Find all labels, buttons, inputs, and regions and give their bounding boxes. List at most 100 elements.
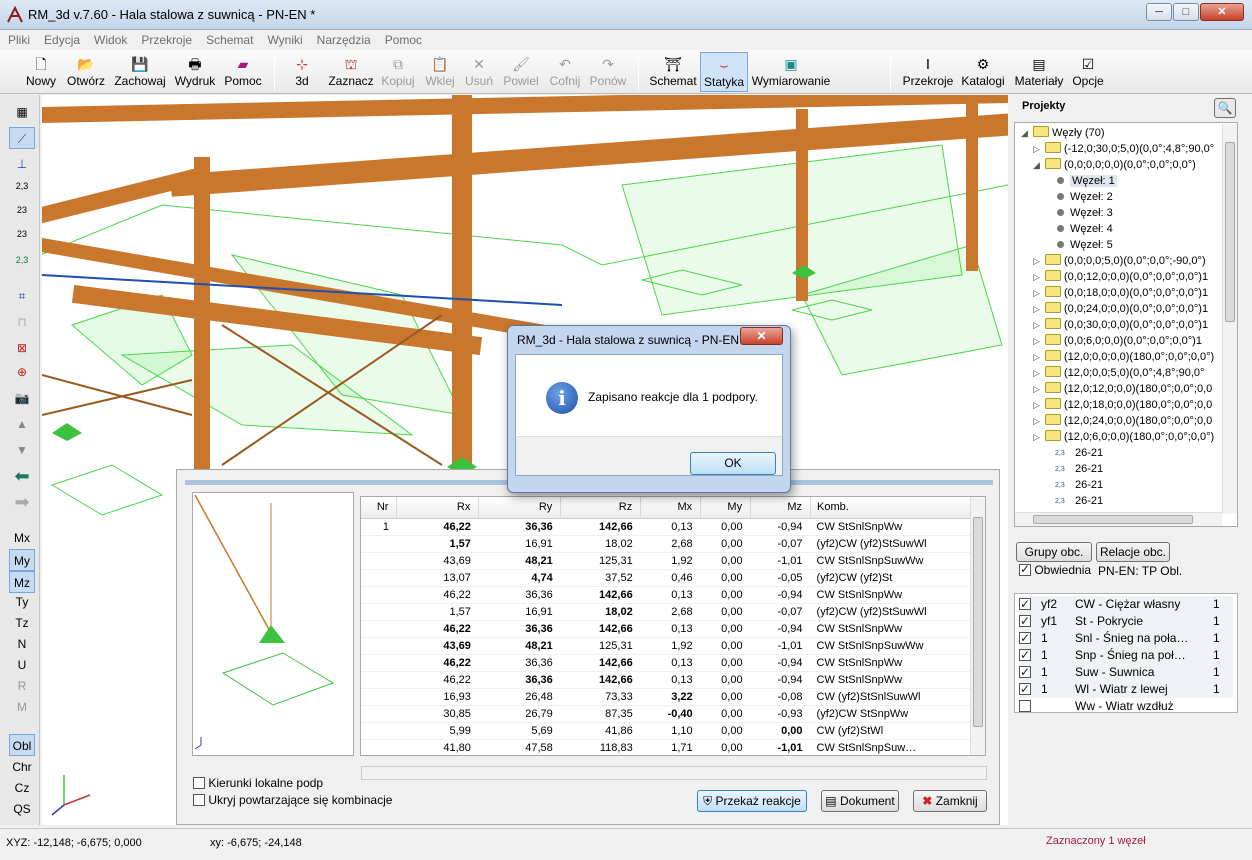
ok-button[interactable]: OK	[690, 452, 776, 475]
load-cases-list[interactable]: yf2CW - Ciężar własny1yf1St - Pokrycie1 1…	[1014, 593, 1238, 713]
load-case-row[interactable]: yf2 CW - Ciężar własny 1	[1019, 596, 1233, 613]
envelope-checkbox[interactable]: Obwiednia	[1019, 562, 1091, 577]
tree-item[interactable]: ▷ (0,0;24,0;0,0)(0,0°;0,0°;0,0°)1	[1033, 301, 1208, 317]
statics-button[interactable]: ⌣ Statyka	[700, 52, 748, 92]
load-case-checkbox[interactable]	[1019, 647, 1031, 664]
tree-item[interactable]: Węzeł: 3	[1057, 205, 1113, 221]
materials-button[interactable]: ▤ Materiały	[1012, 52, 1066, 92]
table-row[interactable]: 13,07 4,74 37,52 0,46 0,00 -0,05 (yf2)CW (yf2)…	[361, 569, 971, 587]
load-case-checkbox[interactable]	[1019, 613, 1031, 630]
options-button[interactable]: ☑ Opcje	[1070, 52, 1106, 92]
expander-icon[interactable]: ▷	[1033, 269, 1042, 285]
shape-icon[interactable]: ⊓	[9, 311, 35, 333]
table-row[interactable]: 16,93 26,48 73,33 3,22 0,00 -0,08 CW (yf2)StSn…	[361, 688, 971, 706]
table-row[interactable]: 46,22 36,36 142,66 0,13 0,00 -0,94 CW StSnlSnp…	[361, 671, 971, 689]
tool-n[interactable]: N	[9, 633, 35, 655]
table-row[interactable]: 5,99 5,69 41,86 1,10 0,00 0,00 CW (yf2)StWl	[361, 722, 971, 740]
column-header[interactable]: Rz	[560, 497, 642, 519]
table-row[interactable]: 43,69 48,21 125,31 1,92 0,00 -1,01 CW StSnlSnp…	[361, 552, 971, 570]
column-header[interactable]: Nr	[361, 497, 398, 519]
tree-item[interactable]: 2,3 26-21	[1055, 461, 1103, 477]
tree-item[interactable]: Węzeł: 1	[1057, 173, 1117, 189]
load-case-row[interactable]: 1 Snp - Śnieg na poł… 1	[1019, 647, 1233, 664]
expander-icon[interactable]: ▷	[1033, 429, 1042, 445]
dimensioning-button[interactable]: ▣ Wymiarowanie	[750, 52, 832, 92]
tree-item[interactable]: Węzeł: 4	[1057, 221, 1113, 237]
tree-item[interactable]: ▷ (0,0;12,0;0,0)(0,0°;0,0°;0,0°)1	[1033, 269, 1208, 285]
column-header[interactable]: Rx	[396, 497, 480, 519]
tree-item[interactable]: ▷ (0,0;0,0;5,0)(0,0°;0,0°;-90,0°)	[1033, 253, 1206, 269]
new-button[interactable]: 🗋 Nowy	[22, 52, 60, 92]
expander-icon[interactable]: ▷	[1033, 253, 1042, 269]
table-row[interactable]: 30,85 26,79 87,35 -0,40 0,00 -0,93 (yf2)CW StS…	[361, 705, 971, 723]
redo-button[interactable]: ↷ Ponów	[588, 52, 628, 92]
duplicate-button[interactable]: 🖌 Powiel	[500, 52, 542, 92]
load-case-checkbox[interactable]	[1019, 700, 1031, 712]
tool-r[interactable]: R	[9, 675, 35, 697]
tool-chr[interactable]: Chr	[9, 756, 35, 778]
reactions-table[interactable]: Nr Rx Ry Rz Mx My Mz Komb. 1 46,22 36,36 142,66 0,1…	[360, 496, 986, 756]
tree-item[interactable]: ▷ (0,0;18,0;0,0)(0,0°;0,0°;0,0°)1	[1033, 285, 1208, 301]
member-draw-icon[interactable]: ⟋	[9, 127, 35, 149]
load-point-icon[interactable]: 23	[9, 227, 35, 249]
tool-cz[interactable]: Cz	[9, 777, 35, 799]
load-case-checkbox[interactable]	[1019, 681, 1031, 698]
tree-hscrollbar[interactable]	[1015, 512, 1222, 526]
table-row[interactable]: 43,69 48,21 125,31 1,92 0,00 -1,01 CW StSnlSnp…	[361, 637, 971, 655]
column-header[interactable]: Komb.	[810, 497, 971, 519]
expander-icon[interactable]: ▷	[1033, 413, 1042, 429]
tree-item[interactable]: ▷ (0,0;6,0;0,0)(0,0°;0,0°;0,0°)1	[1033, 333, 1202, 349]
expander-icon[interactable]: ◢	[1033, 157, 1042, 173]
load-value-icon[interactable]: 2,3	[9, 179, 35, 201]
print-button[interactable]: 🖶 Wydruk	[172, 52, 218, 92]
grid-vscrollbar[interactable]	[970, 497, 985, 755]
grid-hscrollbar[interactable]	[361, 766, 987, 780]
menu-wyniki[interactable]: Wyniki	[259, 31, 308, 47]
menu-edycja[interactable]: Edycja	[36, 31, 86, 47]
tool-qs[interactable]: QS	[9, 798, 35, 820]
tool-obl[interactable]: Obl	[9, 734, 35, 756]
expander-icon[interactable]: ▷	[1033, 381, 1042, 397]
tool-mx[interactable]: Mx	[9, 527, 35, 549]
delete-button[interactable]: ✕ Usuń	[462, 52, 496, 92]
load-case-checkbox[interactable]	[1019, 630, 1031, 647]
expander-icon[interactable]: ▷	[1033, 333, 1042, 349]
load-groups-button[interactable]: Grupy obc.	[1016, 542, 1092, 562]
tree-item[interactable]: ▷ (12,0;6,0;0,0)(180,0°;0,0°;0,0°)	[1033, 429, 1214, 445]
view-settings-icon[interactable]: ▦	[9, 101, 35, 123]
arrow-right-icon[interactable]: ➡	[9, 491, 35, 513]
close-button[interactable]: ✕	[1200, 3, 1244, 21]
open-button[interactable]: 📂 Otwórz	[63, 52, 109, 92]
minimize-button[interactable]: ─	[1146, 3, 1172, 21]
tree-item[interactable]: ▷ (-12,0;30,0;5,0)(0,0°;4,8°;90,0°	[1033, 141, 1214, 157]
expander-icon[interactable]: ▷	[1033, 349, 1042, 365]
tree-item[interactable]: ▷ (0,0;30,0;0,0)(0,0°;0,0°;0,0°)1	[1033, 317, 1208, 333]
tree-item[interactable]: ▷ (12,0;0,0;5,0)(0,0°;4,8°;90,0°	[1033, 365, 1204, 381]
tool-my[interactable]: My	[9, 549, 35, 571]
transfer-reactions-button[interactable]: ⛨ Przekaż reakcje	[697, 790, 807, 812]
arrow-up-icon[interactable]: ▲	[9, 413, 35, 435]
menu-pomoc[interactable]: Pomoc	[377, 31, 428, 47]
arrow-down-icon[interactable]: ▼	[9, 439, 35, 461]
menu-schemat[interactable]: Schemat	[198, 31, 259, 47]
load-case-row[interactable]: yf1 St - Pokrycie 1	[1019, 613, 1233, 630]
column-header[interactable]: Mz	[750, 497, 812, 519]
tree-item[interactable]: 2,3 26-21	[1055, 445, 1103, 461]
tool-u[interactable]: U	[9, 654, 35, 676]
tree-item[interactable]: ▷ (12,0;18,0;0,0)(180,0°;0,0°;0,0	[1033, 397, 1212, 413]
arrow-left-icon[interactable]: ⬅	[9, 465, 35, 487]
sections-button[interactable]: Ⅰ Przekroje	[902, 52, 954, 92]
load-line-icon[interactable]: 23	[9, 203, 35, 225]
cross-icon[interactable]: ⊠	[9, 337, 35, 359]
table-row[interactable]: 46,22 36,36 142,66 0,13 0,00 -0,94 CW StSnlSnp…	[361, 654, 971, 672]
tree-item[interactable]: Węzeł: 2	[1057, 189, 1113, 205]
menu-narzedzia[interactable]: Narzędzia	[309, 31, 377, 47]
dialog-close-button[interactable]: ✕	[740, 327, 783, 345]
table-row[interactable]: 1,57 16,91 18,02 2,68 0,00 -0,07 (yf2)CW (yf2)…	[361, 603, 971, 621]
load-case-checkbox[interactable]	[1019, 664, 1031, 681]
help-button[interactable]: ▰ Pomoc	[222, 52, 264, 92]
table-row[interactable]: 41,80 47,58 118,83 1,71 0,00 -1,01 CW StSnlSnp…	[361, 739, 971, 755]
tree-item[interactable]: ▷ (12,0;0,0;0,0)(180,0°;0,0°;0,0°)	[1033, 349, 1214, 365]
load-case-checkbox[interactable]	[1019, 596, 1031, 613]
expander-icon[interactable]: ▷	[1033, 317, 1042, 333]
